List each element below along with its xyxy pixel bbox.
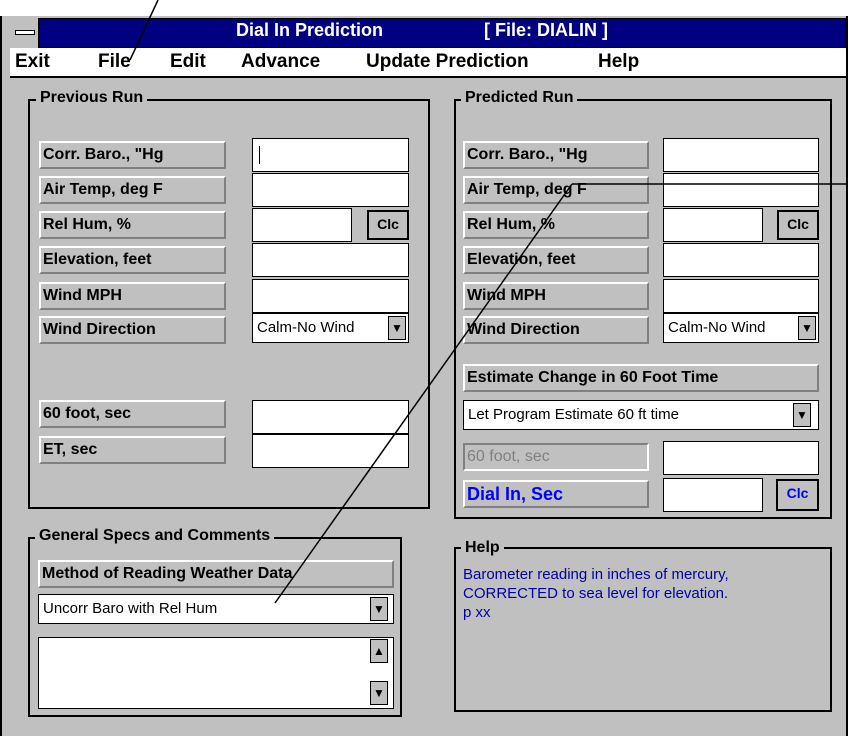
prev-elevation-input[interactable] (252, 243, 409, 277)
pred-elevation-label: Elevation, feet (463, 246, 649, 274)
pred-wind-direction-select[interactable]: Calm-No Wind (663, 313, 819, 343)
prev-sixty-foot-input[interactable] (252, 400, 409, 434)
method-dropdown-icon[interactable]: ▼ (370, 597, 388, 621)
predicted-run-title: Predicted Run (461, 89, 578, 107)
pred-baro-label: Corr. Baro., "Hg (463, 141, 649, 169)
dial-in-input[interactable] (663, 478, 763, 512)
estimate-change-value: Let Program Estimate 60 ft time (468, 406, 679, 423)
pred-air-temp-label: Air Temp, deg F (463, 176, 649, 204)
prev-rel-hum-input[interactable] (252, 208, 352, 242)
prev-wind-direction-value: Calm-No Wind (257, 319, 355, 336)
menu-help[interactable]: Help (598, 51, 639, 73)
title-bar (10, 18, 846, 48)
prev-baro-label: Corr. Baro., "Hg (39, 141, 226, 169)
prev-et-input[interactable] (252, 434, 409, 468)
menu-advance[interactable]: Advance (241, 51, 320, 73)
help-line-3: p xx (463, 604, 491, 621)
prev-wind-mph-input[interactable] (252, 279, 409, 313)
prev-wind-direction-label: Wind Direction (39, 316, 226, 344)
comments-scroll-down-icon[interactable]: ▼ (370, 681, 388, 705)
prev-wind-direction-select[interactable]: Calm-No Wind (252, 313, 409, 343)
pred-elevation-input[interactable] (663, 243, 819, 277)
pred-wind-direction-label: Wind Direction (463, 316, 649, 344)
method-select[interactable]: Uncorr Baro with Rel Hum (38, 594, 394, 624)
comments-textarea[interactable] (38, 637, 394, 709)
comments-scroll-up-icon[interactable]: ▲ (370, 639, 388, 663)
text-cursor (259, 146, 260, 164)
prev-wind-direction-dropdown-icon[interactable]: ▼ (388, 316, 406, 340)
general-specs-title: General Specs and Comments (35, 527, 275, 545)
prev-air-temp-label: Air Temp, deg F (39, 176, 226, 204)
prev-sixty-foot-label: 60 foot, sec (39, 400, 226, 428)
pred-wind-mph-input[interactable] (663, 279, 819, 313)
pred-air-temp-input[interactable] (663, 173, 819, 207)
menu-edit[interactable]: Edit (170, 51, 206, 73)
prev-rel-hum-calc-button[interactable]: Clc (367, 210, 409, 240)
window-title: Dial In Prediction (236, 20, 384, 40)
pred-wind-direction-value: Calm-No Wind (668, 319, 766, 336)
dial-in-calc-button[interactable]: Clc (776, 479, 819, 511)
pred-wind-direction-dropdown-icon[interactable]: ▼ (798, 316, 816, 340)
prev-rel-hum-label: Rel Hum, % (39, 211, 226, 239)
pred-rel-hum-label: Rel Hum, % (463, 211, 649, 239)
pred-baro-input[interactable] (663, 138, 819, 172)
prev-wind-mph-label: Wind MPH (39, 282, 226, 310)
pred-rel-hum-calc-button[interactable]: Clc (777, 210, 819, 240)
previous-run-title: Previous Run (36, 89, 148, 107)
pred-wind-mph-label: Wind MPH (463, 282, 649, 310)
pred-rel-hum-input[interactable] (663, 208, 763, 242)
prev-elevation-label: Elevation, feet (39, 246, 226, 274)
dial-in-label: Dial In, Sec (463, 480, 649, 508)
menu-exit[interactable]: Exit (15, 51, 50, 73)
help-title: Help (461, 539, 504, 557)
estimate-change-label: Estimate Change in 60 Foot Time (463, 364, 819, 392)
method-label: Method of Reading Weather Data (38, 560, 394, 588)
pred-sixty-foot-input[interactable] (663, 441, 819, 475)
window-file-label: [ File: DIALIN ] (484, 20, 608, 40)
prev-baro-input[interactable] (252, 138, 409, 172)
estimate-change-select[interactable]: Let Program Estimate 60 ft time (463, 400, 819, 430)
help-line-1: Barometer reading in inches of mercury, (463, 566, 729, 583)
pred-sixty-foot-label: 60 foot, sec (463, 443, 649, 471)
help-line-2: CORRECTED to sea level for elevation. (463, 585, 729, 602)
menu-file[interactable]: File (98, 51, 131, 73)
estimate-change-dropdown-icon[interactable]: ▼ (793, 403, 811, 427)
prev-et-label: ET, sec (39, 436, 226, 464)
system-menu-icon (15, 30, 35, 35)
prev-air-temp-input[interactable] (252, 173, 409, 207)
method-value: Uncorr Baro with Rel Hum (43, 600, 218, 617)
menu-update-prediction[interactable]: Update Prediction (366, 51, 529, 73)
